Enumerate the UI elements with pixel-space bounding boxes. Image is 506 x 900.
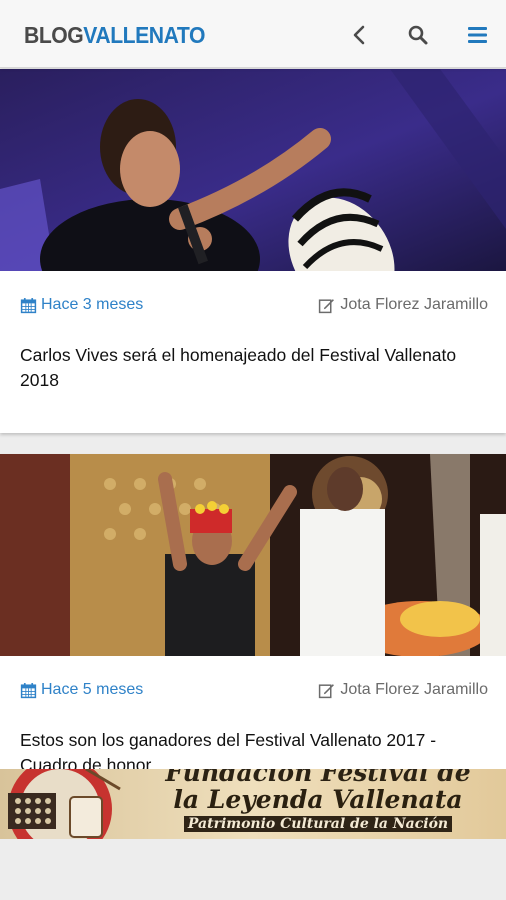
post-date-text: Hace 3 meses: [41, 296, 144, 313]
search-icon: [408, 25, 428, 45]
banner-line-3: Patrimonio Cultural de la Nación: [130, 815, 506, 833]
back-button[interactable]: [343, 18, 377, 52]
banner-line-3-text: Patrimonio Cultural de la Nación: [183, 816, 453, 832]
festival-banner[interactable]: Fundación Festival de la Leyenda Vallena…: [0, 769, 506, 839]
post-date-text: Hace 5 meses: [41, 681, 144, 698]
banner-line-1: Fundación Festival de: [165, 769, 471, 787]
banner-line-2: la Leyenda Vallenata: [173, 785, 463, 814]
post-image[interactable]: [0, 454, 506, 656]
award-ceremony-photo: [0, 454, 506, 656]
edit-icon: [319, 298, 335, 313]
post-author[interactable]: Jota Florez Jaramillo: [318, 681, 488, 699]
search-button[interactable]: [401, 18, 435, 52]
concert-photo: [0, 69, 506, 271]
blog-logo[interactable]: BLOGVALLENATO: [24, 22, 205, 48]
menu-button[interactable]: [460, 18, 494, 52]
post-title[interactable]: Carlos Vives será el homenajeado del Fes…: [20, 343, 486, 393]
post-image[interactable]: [0, 69, 506, 271]
post-date: Hace 5 meses: [20, 681, 143, 699]
post-author-text: Jota Florez Jaramillo: [340, 296, 488, 313]
post-author[interactable]: Jota Florez Jaramillo: [318, 296, 488, 314]
post-card[interactable]: Hace 5 meses Jota Florez Jaramillo Estos…: [0, 454, 506, 818]
logo-text-blog: BLOG: [24, 22, 84, 48]
post-meta: Hace 5 meses Jota Florez Jaramillo: [20, 681, 488, 701]
chevron-left-icon: [353, 25, 365, 45]
post-card[interactable]: Hace 3 meses Jota Florez Jaramillo Carlo…: [0, 69, 506, 433]
post-date: Hace 3 meses: [20, 296, 143, 314]
post-meta: Hace 3 meses Jota Florez Jaramillo: [20, 296, 488, 316]
hamburger-menu-icon: [468, 27, 487, 43]
top-app-bar: BLOGVALLENATO: [0, 0, 506, 68]
calendar-icon: [20, 297, 37, 313]
post-author-text: Jota Florez Jaramillo: [340, 681, 488, 698]
edit-icon: [319, 683, 335, 698]
logo-text-vallenato: VALLENATO: [83, 22, 205, 48]
calendar-icon: [20, 682, 37, 698]
